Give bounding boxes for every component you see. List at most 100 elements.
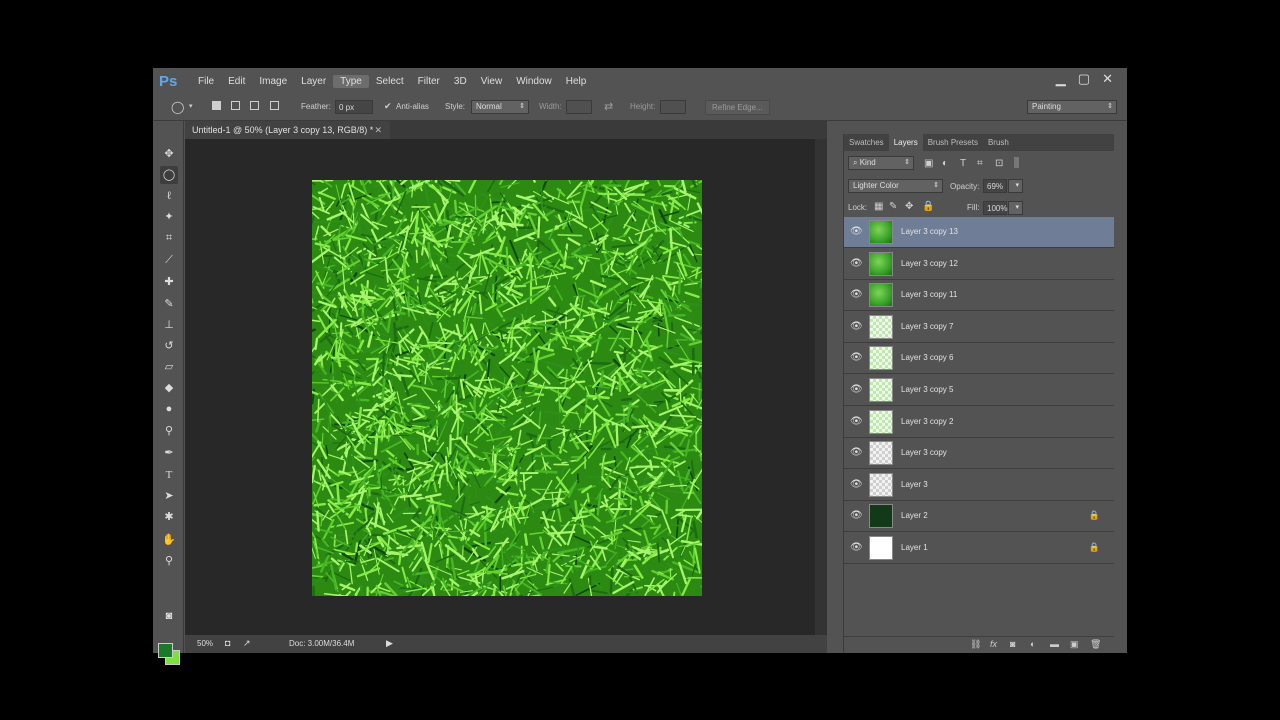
menu-help[interactable]: Help [559,75,594,88]
layer-row[interactable]: 👁 Layer 2 🔒 [844,501,1114,533]
menu-type[interactable]: Type [333,75,369,88]
adjustment-layer-icon[interactable]: ◐ [1030,639,1035,649]
layer-name[interactable]: Layer 3 copy 11 [901,290,957,299]
visibility-eye-icon[interactable]: 👁 [850,226,863,237]
chevron-down-icon[interactable]: ▾ [189,102,193,110]
crop-tool-icon[interactable]: ⌗ [160,229,178,247]
custom-shape-tool-icon[interactable]: ✱ [160,508,178,526]
dodge-tool-icon[interactable]: ⚲ [160,422,178,440]
zoom-level[interactable]: 50% [197,639,213,648]
brush-tool-icon[interactable]: ✎ [160,295,178,313]
lasso-tool-icon[interactable]: ℓ [160,187,178,205]
eyedropper-tool-icon[interactable]: ⟋ [160,251,178,269]
pixel-filter-icon[interactable]: ▣ [924,158,933,169]
fx-icon[interactable]: fx [990,639,997,649]
delete-layer-icon[interactable]: 🗑 [1090,639,1101,650]
layer-name[interactable]: Layer 3 copy 13 [901,227,958,236]
menu-image[interactable]: Image [252,75,294,88]
layer-name[interactable]: Layer 3 copy 6 [901,353,953,362]
menu-window[interactable]: Window [509,75,559,88]
fill-dropdown[interactable]: ▾ [1008,201,1023,215]
vertical-scrollbar[interactable] [815,139,827,635]
layer-row[interactable]: 👁 Layer 3 copy 2 [844,407,1114,438]
refine-edge-button[interactable]: Refine Edge... [705,100,770,115]
opacity-input[interactable]: 69% [983,179,1007,193]
play-icon[interactable]: ▶ [386,638,393,649]
tab-layers[interactable]: Layers [888,134,923,151]
layer-row[interactable]: 👁 Layer 3 [844,470,1114,501]
visibility-eye-icon[interactable]: 👁 [850,321,863,332]
layer-row[interactable]: 👁 Layer 3 copy 6 [844,343,1114,375]
layer-row[interactable]: 👁 Layer 3 copy 7 [844,312,1114,343]
width-input[interactable] [566,100,592,114]
type-tool-icon[interactable]: T [160,466,178,484]
layer-row[interactable]: 👁 Layer 3 copy 5 [844,375,1114,406]
visibility-eye-icon[interactable]: 👁 [850,352,863,363]
quick-mask-icon[interactable]: ◙ [160,607,178,625]
new-selection-icon[interactable] [212,101,221,110]
healing-brush-tool-icon[interactable]: ✚ [160,273,178,291]
lock-pixels-icon[interactable]: ✎ [889,201,897,212]
move-tool-icon[interactable]: ✥ [160,145,178,163]
visibility-eye-icon[interactable]: 👁 [850,258,863,269]
layer-name[interactable]: Layer 1 [901,543,928,552]
maximize-button[interactable]: ▢ [1078,71,1090,87]
layer-row[interactable]: 👁 Layer 3 copy 13 [844,217,1114,248]
tab-brush-presets[interactable]: Brush Presets [923,134,983,151]
layer-row[interactable]: 👁 Layer 3 copy 12 [844,249,1114,280]
layer-name[interactable]: Layer 3 copy 2 [901,417,953,426]
menu-3d[interactable]: 3D [447,75,474,88]
add-selection-icon[interactable] [231,101,240,110]
menu-select[interactable]: Select [369,75,411,88]
intersect-selection-icon[interactable] [270,101,279,110]
document-tab[interactable]: Untitled-1 @ 50% (Layer 3 copy 13, RGB/8… [185,121,390,139]
visibility-eye-icon[interactable]: 👁 [850,447,863,458]
tab-brush[interactable]: Brush [983,134,1014,151]
grass-canvas[interactable] [312,180,702,596]
foreground-color-swatch[interactable] [158,643,173,658]
layer-name[interactable]: Layer 3 [901,480,928,489]
paint-bucket-tool-icon[interactable]: ◆ [160,379,178,397]
layer-name[interactable]: Layer 3 copy 5 [901,385,953,394]
zoom-tool-icon[interactable]: ⚲ [160,552,178,570]
filter-toggle[interactable] [1014,157,1019,168]
opacity-dropdown[interactable]: ▾ [1008,179,1023,193]
blend-mode-select[interactable]: Lighter Color ⇕ [848,179,943,193]
visibility-eye-icon[interactable]: 👁 [850,416,863,427]
subtract-selection-icon[interactable] [250,101,259,110]
adjustment-filter-icon[interactable]: ◐ [942,158,948,169]
antialias-checkbox[interactable]: ✔ [384,101,392,112]
layer-name[interactable]: Layer 3 copy 7 [901,322,953,331]
blur-tool-icon[interactable]: ● [160,400,178,418]
lock-position-icon[interactable]: ✥ [905,201,913,212]
swap-icon[interactable]: ⇄ [604,100,613,113]
pen-tool-icon[interactable]: ✒ [160,444,178,462]
visibility-eye-icon[interactable]: 👁 [850,384,863,395]
menu-layer[interactable]: Layer [294,75,333,88]
layer-row[interactable]: 👁 Layer 3 copy [844,438,1114,470]
path-selection-tool-icon[interactable]: ➤ [160,487,178,505]
eraser-tool-icon[interactable]: ▱ [160,358,178,376]
menu-filter[interactable]: Filter [411,75,447,88]
visibility-eye-icon[interactable]: 👁 [850,479,863,490]
new-layer-icon[interactable]: ▣ [1070,639,1079,650]
clone-stamp-tool-icon[interactable]: ⊥ [160,316,178,334]
close-tab-icon[interactable]: ✕ [374,121,382,139]
type-filter-icon[interactable]: T [960,158,966,169]
workspace-select[interactable]: Painting ⇕ [1027,100,1117,114]
history-brush-tool-icon[interactable]: ↺ [160,337,178,355]
quick-selection-tool-icon[interactable]: ✦ [160,208,178,226]
visibility-eye-icon[interactable]: 👁 [850,289,863,300]
layer-name[interactable]: Layer 3 copy [901,448,947,457]
tab-swatches[interactable]: Swatches [844,134,889,151]
minimize-button[interactable]: ▁ [1056,71,1066,87]
layer-name[interactable]: Layer 2 [901,511,928,520]
menu-edit[interactable]: Edit [221,75,252,88]
group-folder-icon[interactable]: ▬ [1050,639,1059,649]
elliptical-marquee-icon[interactable]: ◯ [171,100,184,114]
visibility-eye-icon[interactable]: 👁 [850,510,863,521]
layer-name[interactable]: Layer 3 copy 12 [901,259,958,268]
menu-view[interactable]: View [474,75,510,88]
close-button[interactable]: ✕ [1102,71,1113,87]
lock-all-icon[interactable]: 🔒 [922,201,934,212]
